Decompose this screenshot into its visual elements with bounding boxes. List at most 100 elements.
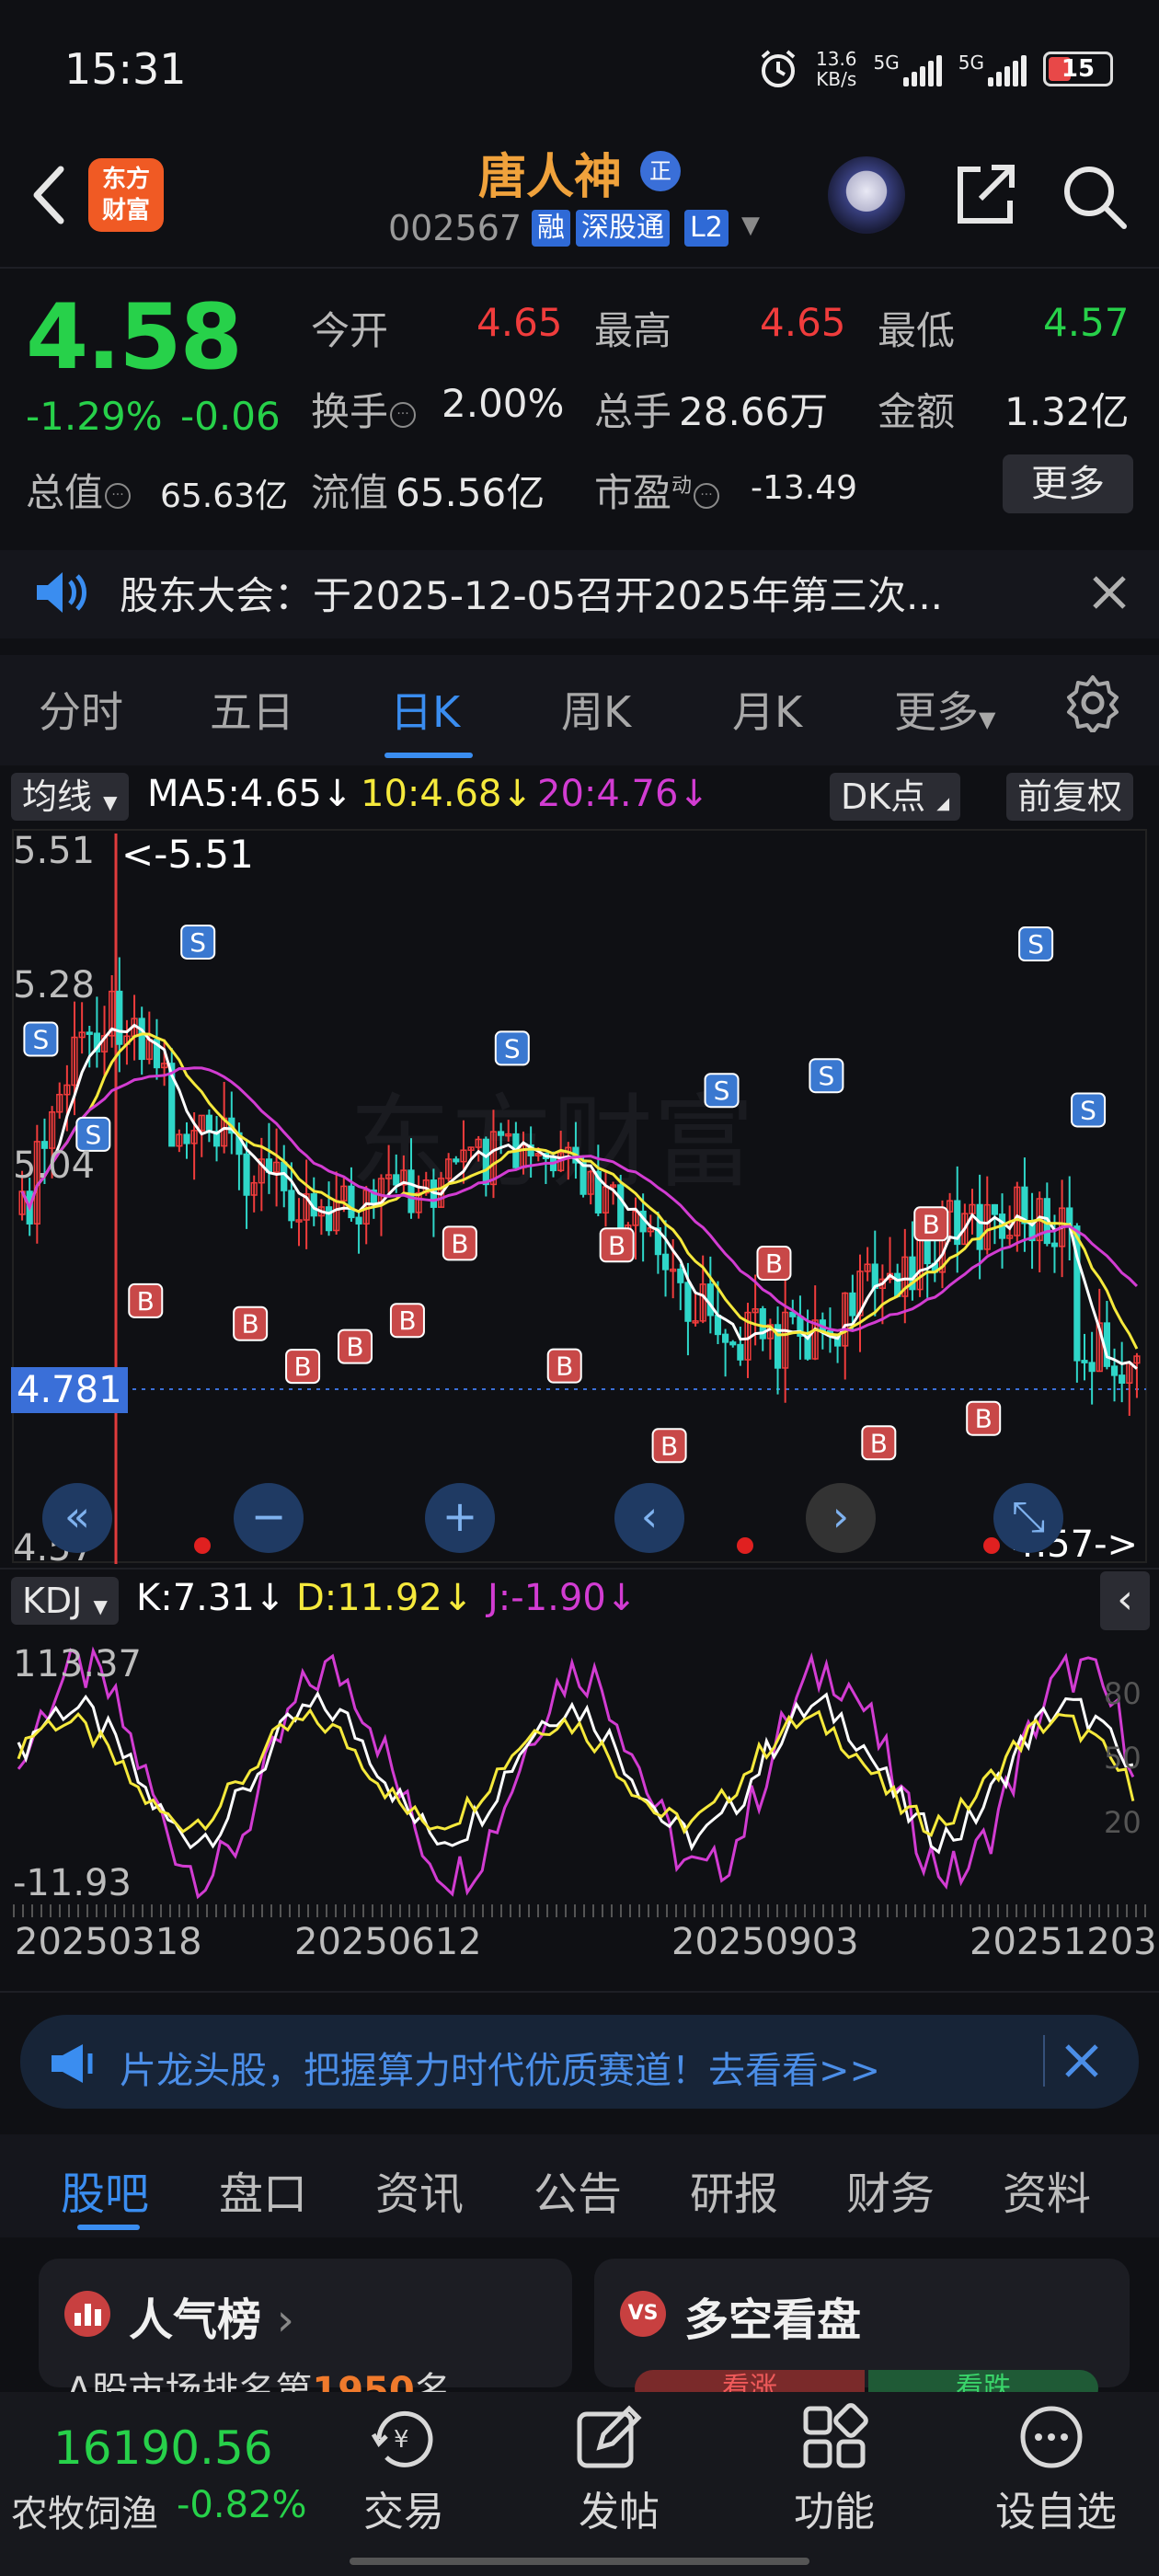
kdj-level-50: 50: [1104, 1741, 1142, 1776]
adjust-button[interactable]: 前复权: [1006, 773, 1134, 821]
sector-name[interactable]: 农牧饲渔: [11, 2484, 158, 2537]
speaker-icon: [33, 567, 90, 622]
mktcap-value: 65.63亿: [160, 477, 289, 515]
mktcap-label: 总值 ···: [26, 462, 132, 518]
kdj-d-text: D:11.92: [296, 1577, 442, 1619]
tab-forum[interactable]: 股吧: [61, 2157, 149, 2222]
candle-body: [183, 1133, 190, 1144]
buy-marker: B: [338, 1328, 373, 1364]
svg-text:B: B: [451, 1228, 468, 1259]
tab-monthly-k[interactable]: 月K: [732, 679, 802, 740]
indicator-selector-label: 均线: [22, 776, 93, 817]
candle-body: [453, 1158, 460, 1163]
notice-text[interactable]: 股东大会：于2025-12-05召开2025年第三次...: [120, 565, 943, 621]
tab-finance[interactable]: 财务: [846, 2157, 935, 2222]
float-value: 65.56亿: [396, 470, 545, 515]
dk-point-button[interactable]: DK点 ◢: [830, 773, 961, 821]
turnover-label-text: 换手: [311, 389, 389, 434]
collapse-indicator-button[interactable]: ‹: [1100, 1571, 1150, 1630]
last-price: 4.58: [26, 285, 243, 390]
share-button[interactable]: [949, 160, 1019, 230]
scroll-left-button[interactable]: ‹: [614, 1483, 684, 1553]
tag-connect: 深股通: [576, 210, 670, 247]
kdj-chart[interactable]: [0, 1634, 1159, 1910]
candle-body: [661, 1253, 670, 1271]
open-label: 今开: [311, 308, 389, 353]
divider: [0, 267, 1159, 269]
buy-marker: B: [285, 1349, 321, 1385]
current-price-label: 4.781: [11, 1367, 128, 1413]
stock-name: 唐人神: [478, 150, 623, 205]
scroll-right-button[interactable]: ›: [806, 1483, 876, 1553]
buy-marker: B: [233, 1305, 269, 1341]
indicator-selector[interactable]: 均线 ▼: [11, 773, 129, 821]
tab-research[interactable]: 研报: [690, 2157, 778, 2222]
more-options-icon[interactable]: [1017, 2403, 1085, 2475]
info-dots-icon[interactable]: ···: [390, 401, 417, 428]
candle-body: [684, 1282, 692, 1322]
buy-marker: B: [599, 1227, 635, 1263]
tab-news[interactable]: 资讯: [375, 2157, 464, 2222]
functions-icon[interactable]: [800, 2403, 868, 2475]
ma10-value: 10:4.68↓: [361, 773, 533, 815]
tab-more[interactable]: 更多▼: [894, 679, 995, 740]
info-dots-icon[interactable]: ···: [105, 482, 132, 509]
close-icon[interactable]: [1061, 2041, 1102, 2085]
info-dots-icon[interactable]: ···: [694, 482, 720, 509]
tab-announcements[interactable]: 公告: [534, 2157, 622, 2222]
caret-down-icon[interactable]: ▼: [741, 212, 760, 239]
logo-line1: 东方: [101, 166, 150, 193]
zoom-out-button[interactable]: −: [234, 1483, 304, 1553]
assistant-avatar[interactable]: [828, 156, 905, 234]
post-icon[interactable]: [572, 2403, 646, 2475]
candle-body: [706, 1283, 714, 1317]
kline-chart[interactable]: 东方财富 SSBSBBBBBSBBBSBSBBBSS: [0, 828, 1159, 1564]
zoom-in-button[interactable]: +: [425, 1483, 495, 1553]
tab-profile[interactable]: 资料: [1003, 2157, 1091, 2222]
time-axis-ticks: [13, 1904, 1146, 1917]
svg-text:B: B: [765, 1248, 783, 1279]
change-amount: -0.06: [180, 394, 281, 439]
kdj-selector[interactable]: KDJ ▼: [11, 1577, 119, 1625]
tab-orderbook[interactable]: 盘口: [219, 2157, 307, 2222]
close-icon[interactable]: [1087, 559, 1131, 627]
candle-body: [288, 1190, 295, 1222]
search-button[interactable]: [1058, 160, 1131, 234]
settings-button[interactable]: [1063, 673, 1122, 736]
nav-trade[interactable]: 交易: [335, 2478, 473, 2537]
tag-level2: L2: [684, 210, 729, 247]
float-label: 流值: [311, 470, 389, 515]
caret-down-icon: ▼: [103, 791, 118, 813]
back-button[interactable]: [26, 158, 81, 232]
kdj-j-text: J:-1.90: [488, 1577, 606, 1619]
fullscreen-button[interactable]: ⤡: [993, 1483, 1063, 1553]
title-badge: 正: [640, 151, 681, 191]
tab-weekly-k[interactable]: 周K: [561, 679, 631, 740]
scroll-far-left-button[interactable]: «: [42, 1483, 112, 1553]
nav-add-watchlist[interactable]: 设自选: [982, 2478, 1130, 2537]
buy-marker: B: [913, 1206, 949, 1242]
svg-text:B: B: [556, 1351, 573, 1382]
sell-marker: S: [1018, 926, 1054, 962]
pe-sup: 动: [671, 475, 693, 498]
tag-margin: 融: [532, 210, 570, 247]
promo-text[interactable]: 片龙头股，把握算力时代优质赛道！去看看>>: [120, 2041, 880, 2094]
sell-marker: S: [23, 1021, 59, 1057]
bull-bear-title: 多空看盘: [684, 2294, 862, 2346]
candle-body: [393, 1174, 400, 1186]
candle-body: [243, 1153, 250, 1196]
nav-post[interactable]: 发帖: [550, 2478, 688, 2537]
trade-icon[interactable]: ¥: [361, 2407, 449, 2475]
sell-marker: S: [180, 924, 216, 960]
tab-five-day[interactable]: 五日: [210, 679, 294, 740]
sector-index-value[interactable]: 16190.56: [53, 2421, 273, 2475]
tab-timeshare[interactable]: 分时: [39, 679, 123, 740]
candle-body: [1110, 1365, 1119, 1376]
more-quote-button[interactable]: 更多: [1003, 454, 1133, 513]
event-dot: [194, 1537, 211, 1554]
bull-bear-card[interactable]: [594, 2259, 1130, 2387]
app-logo[interactable]: 东方 财富: [88, 158, 164, 232]
svg-text:B: B: [346, 1332, 363, 1363]
nav-functions[interactable]: 功能: [765, 2478, 903, 2537]
tab-daily-k[interactable]: 日K: [390, 679, 460, 740]
